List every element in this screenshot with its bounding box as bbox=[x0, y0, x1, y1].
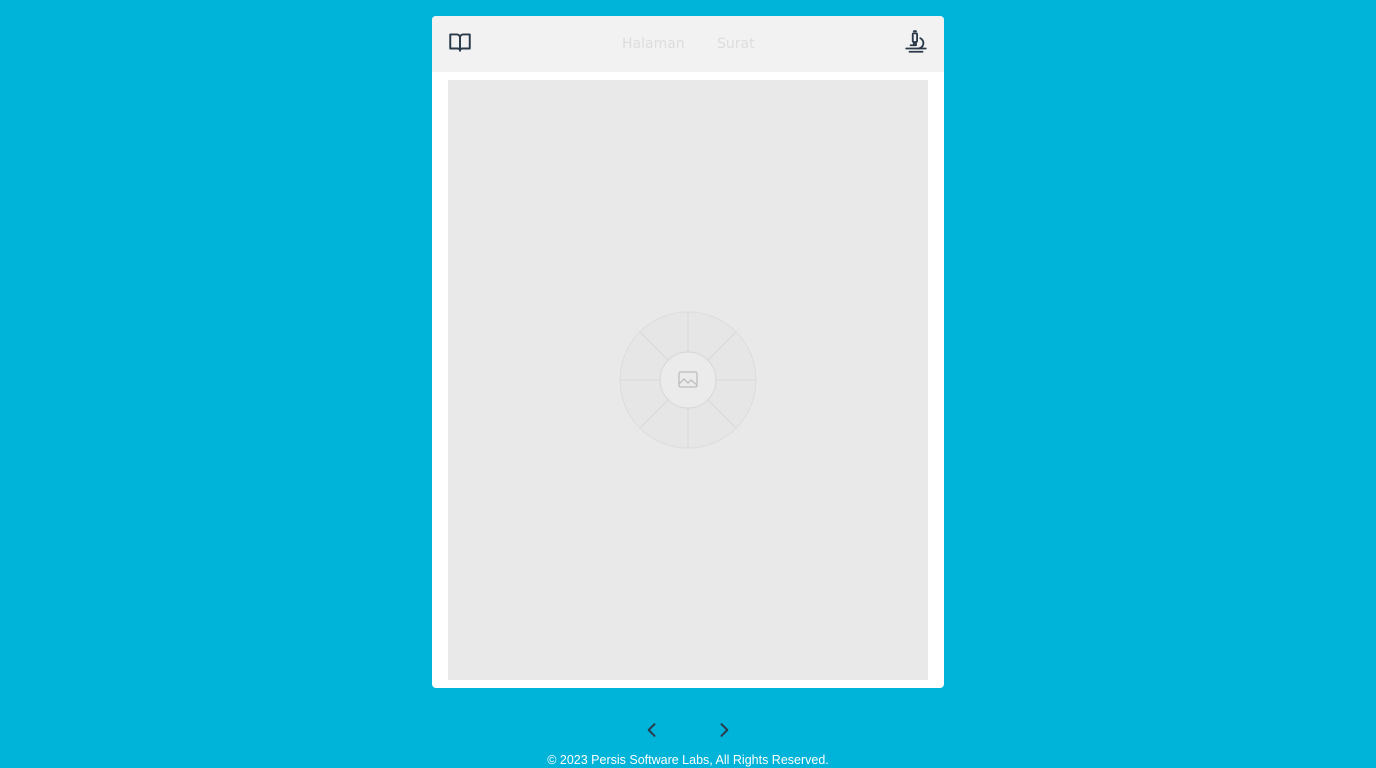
book-button[interactable] bbox=[444, 28, 476, 60]
tab-surat[interactable]: Surat bbox=[717, 34, 755, 54]
top-bar: Halaman Surat bbox=[432, 16, 944, 72]
reader-card: Halaman Surat bbox=[432, 16, 944, 688]
chevron-left-icon bbox=[642, 720, 662, 744]
previous-page-button[interactable] bbox=[640, 720, 664, 744]
footer-copyright: © 2023 Persis Software Labs, All Rights … bbox=[547, 753, 829, 767]
microscope-button[interactable] bbox=[900, 28, 932, 60]
page-image-placeholder bbox=[448, 80, 928, 680]
chevron-right-icon bbox=[714, 720, 734, 744]
image-placeholder-icon bbox=[588, 290, 788, 470]
microscope-icon bbox=[903, 29, 929, 59]
next-page-button[interactable] bbox=[712, 720, 736, 744]
book-open-icon bbox=[447, 29, 473, 59]
tab-halaman[interactable]: Halaman bbox=[622, 34, 685, 54]
